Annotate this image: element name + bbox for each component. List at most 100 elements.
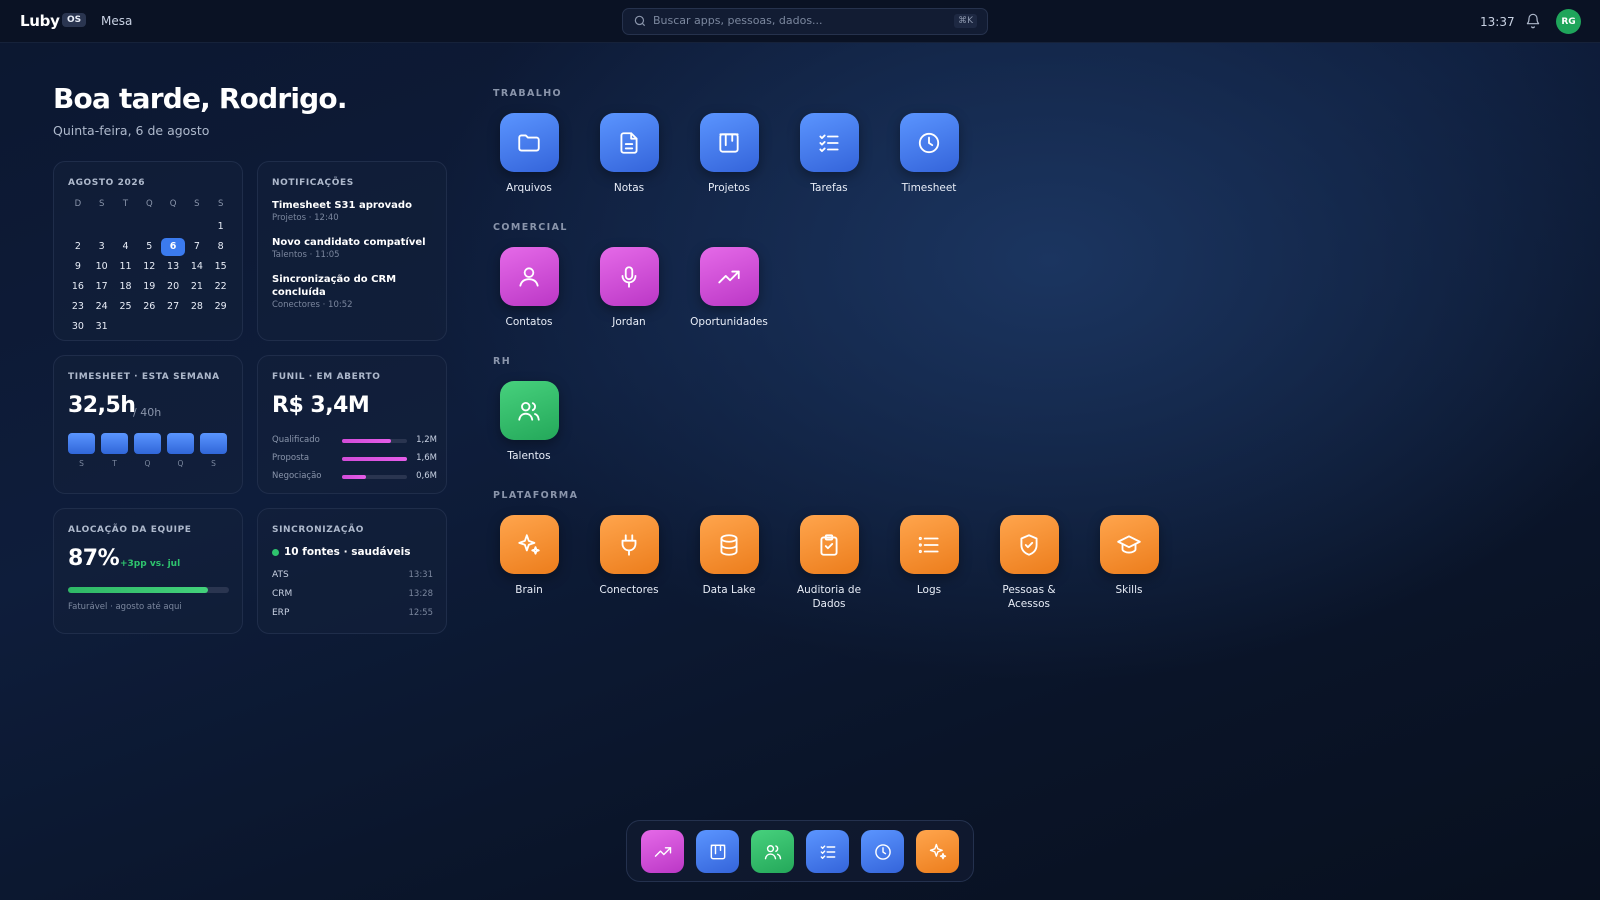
sync-status: 10 fontes · saudáveis bbox=[272, 546, 410, 558]
app-tile[interactable] bbox=[599, 247, 659, 306]
calendar-day[interactable]: 18 bbox=[114, 277, 138, 297]
timesheet-hours: 32,5h bbox=[68, 393, 136, 418]
app-tile[interactable] bbox=[599, 113, 659, 172]
calendar-day[interactable]: 15 bbox=[209, 257, 233, 277]
calendar-day[interactable]: 1 bbox=[209, 217, 233, 237]
calendar-day bbox=[185, 317, 209, 337]
app-tile[interactable] bbox=[799, 113, 859, 172]
app-tile[interactable] bbox=[999, 515, 1059, 574]
calendar-day[interactable]: 30 bbox=[66, 317, 90, 337]
calendar-day[interactable]: 20 bbox=[161, 277, 185, 297]
app-auditoria-de-dados[interactable]: Auditoria de Dados bbox=[787, 515, 871, 611]
funnel-card[interactable]: FUNIL · EM ABERTO R$ 3,4M Qualificado 1,… bbox=[257, 355, 447, 494]
calendar-day[interactable]: 4 bbox=[114, 237, 138, 257]
calendar-day[interactable]: 17 bbox=[90, 277, 114, 297]
app-projetos[interactable]: Projetos bbox=[687, 113, 771, 195]
app-label: Brain bbox=[515, 584, 543, 596]
allocation-card[interactable]: ALOCAÇÃO DA EQUIPE 87% +3pp vs. jul Fatu… bbox=[53, 508, 243, 634]
calendar-day[interactable]: 3 bbox=[90, 237, 114, 257]
calendar-day[interactable]: 5 bbox=[137, 237, 161, 257]
funnel-stage-label: Qualificado bbox=[272, 435, 320, 445]
search-input[interactable]: Buscar apps, pessoas, dados... ⌘K bbox=[622, 8, 988, 35]
calendar-day bbox=[137, 217, 161, 237]
app-tile[interactable] bbox=[699, 113, 759, 172]
dock-item-trend-up[interactable] bbox=[641, 830, 684, 873]
notification-item[interactable]: Timesheet S31 aprovado Projetos · 12:40 bbox=[272, 199, 437, 224]
avatar[interactable]: RG bbox=[1556, 9, 1581, 34]
app-arquivos[interactable]: Arquivos bbox=[487, 113, 571, 195]
calendar-day[interactable]: 24 bbox=[90, 297, 114, 317]
calendar-day[interactable]: 14 bbox=[185, 257, 209, 277]
calendar-day[interactable]: 26 bbox=[137, 297, 161, 317]
app-timesheet[interactable]: Timesheet bbox=[887, 113, 971, 195]
calendar-day[interactable]: 29 bbox=[209, 297, 233, 317]
timesheet-day-label: T bbox=[112, 459, 117, 468]
dock-item-kanban[interactable] bbox=[696, 830, 739, 873]
sync-card[interactable]: SINCRONIZAÇÃO 10 fontes · saudáveis ATS … bbox=[257, 508, 447, 634]
app-tarefas[interactable]: Tarefas bbox=[787, 113, 871, 195]
calendar-day[interactable]: 7 bbox=[185, 237, 209, 257]
calendar-day[interactable]: 27 bbox=[161, 297, 185, 317]
app-tile[interactable] bbox=[899, 515, 959, 574]
app-jordan[interactable]: Jordan bbox=[587, 247, 671, 329]
app-tile[interactable] bbox=[1099, 515, 1159, 574]
clipboard-check-icon bbox=[820, 533, 838, 556]
app-tile[interactable] bbox=[499, 113, 559, 172]
calendar-day[interactable]: 19 bbox=[137, 277, 161, 297]
calendar-day[interactable]: 8 bbox=[209, 237, 233, 257]
calendar-day[interactable]: 28 bbox=[185, 297, 209, 317]
app-tile[interactable] bbox=[699, 247, 759, 306]
app-tile[interactable] bbox=[499, 247, 559, 306]
timesheet-bar bbox=[200, 433, 227, 454]
app-data-lake[interactable]: Data Lake bbox=[687, 515, 771, 597]
notification-item[interactable]: Sincronização do CRM concluída Conectore… bbox=[272, 273, 437, 311]
dock-item-users[interactable] bbox=[751, 830, 794, 873]
app-tile[interactable] bbox=[899, 113, 959, 172]
calendar-day[interactable]: 31 bbox=[90, 317, 114, 337]
mesa-link[interactable]: Mesa bbox=[101, 14, 132, 28]
bell-icon[interactable] bbox=[1525, 13, 1541, 29]
app-contatos[interactable]: Contatos bbox=[487, 247, 571, 329]
app-tile[interactable] bbox=[499, 381, 559, 440]
calendar-weekday-row: DSTQQSS bbox=[66, 197, 233, 217]
calendar-weekday: S bbox=[194, 199, 200, 209]
app-tile[interactable] bbox=[499, 515, 559, 574]
calendar-day[interactable]: 21 bbox=[185, 277, 209, 297]
app-brain[interactable]: Brain bbox=[487, 515, 571, 597]
calendar-day[interactable]: 2 bbox=[66, 237, 90, 257]
dock-item-sparkle[interactable] bbox=[916, 830, 959, 873]
users-icon bbox=[764, 844, 781, 859]
app-skills[interactable]: Skills bbox=[1087, 515, 1171, 597]
calendar-day[interactable]: 9 bbox=[66, 257, 90, 277]
app-pessoas-acessos[interactable]: Pessoas & Acessos bbox=[987, 515, 1071, 611]
calendar-weekday: S bbox=[217, 199, 224, 209]
dock-item-clock[interactable] bbox=[861, 830, 904, 873]
calendar-day[interactable]: 23 bbox=[66, 297, 90, 317]
calendar-day[interactable]: 22 bbox=[209, 277, 233, 297]
timesheet-card[interactable]: TIMESHEET · ESTA SEMANA 32,5h / 40h S T … bbox=[53, 355, 243, 494]
app-conectores[interactable]: Conectores bbox=[587, 515, 671, 597]
calendar-day[interactable]: 13 bbox=[161, 257, 185, 277]
calendar-day[interactable]: 16 bbox=[66, 277, 90, 297]
calendar-day[interactable]: 25 bbox=[114, 297, 138, 317]
dock-item-checklist[interactable] bbox=[806, 830, 849, 873]
timesheet-day-label: S bbox=[211, 459, 216, 468]
calendar-day[interactable]: 10 bbox=[90, 257, 114, 277]
app-notas[interactable]: Notas bbox=[587, 113, 671, 195]
app-tile[interactable] bbox=[799, 515, 859, 574]
app-tile[interactable] bbox=[599, 515, 659, 574]
document-icon bbox=[620, 131, 638, 154]
calendar-day-today[interactable]: 6 bbox=[161, 238, 185, 256]
funnel-total: R$ 3,4M bbox=[272, 393, 370, 418]
brand-logo[interactable]: Luby bbox=[20, 12, 60, 30]
app-oportunidades[interactable]: Oportunidades bbox=[687, 247, 771, 329]
calendar-day[interactable]: 11 bbox=[114, 257, 138, 277]
funnel-stage-track bbox=[342, 439, 407, 443]
timesheet-days: S T Q Q S bbox=[68, 459, 227, 468]
app-tile[interactable] bbox=[699, 515, 759, 574]
app-talentos[interactable]: Talentos bbox=[487, 381, 571, 463]
notification-item[interactable]: Novo candidato compatível Talentos · 11:… bbox=[272, 236, 437, 261]
app-logs[interactable]: Logs bbox=[887, 515, 971, 597]
clock-icon bbox=[918, 132, 940, 153]
calendar-day[interactable]: 12 bbox=[137, 257, 161, 277]
